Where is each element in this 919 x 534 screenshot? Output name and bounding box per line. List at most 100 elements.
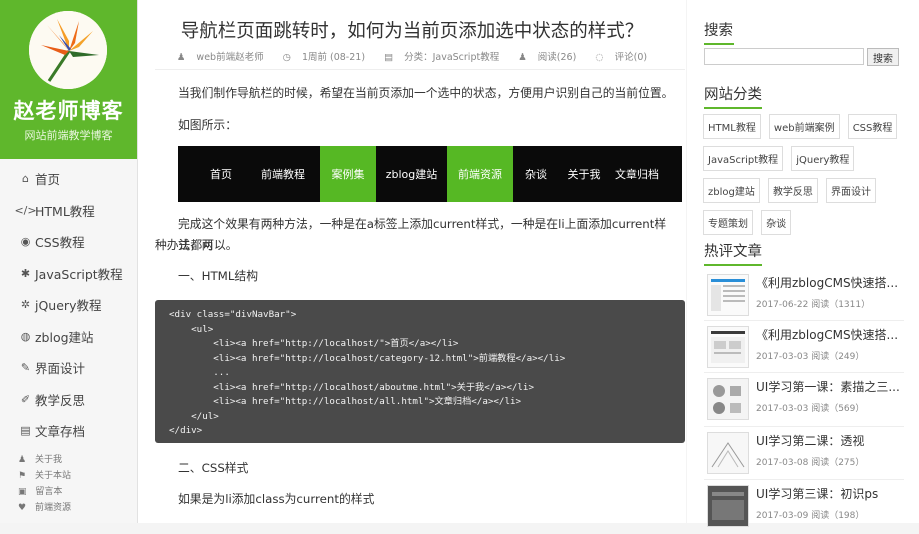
code-line: <li><a href="http://localhost/category-1… — [169, 352, 566, 364]
article-title[interactable]: UI学习第一课：素描之三... — [756, 378, 906, 395]
users-icon: ♟ — [518, 52, 527, 63]
category-tag[interactable]: zblog建站 — [703, 178, 760, 203]
nav-item-home[interactable]: ⌂ 首页 — [0, 163, 137, 195]
main-nav: ⌂ 首页 </> HTML教程 ◉ CSS教程 ✱ JavaScript教程 ✲ jQue… — [0, 159, 137, 447]
category-tag[interactable]: 教学反思 — [767, 178, 818, 203]
category-tag[interactable]: HTML教程 — [703, 114, 761, 139]
site-subtitle: 网站前端教学博客 — [24, 129, 113, 142]
category-tag[interactable]: jQuery教程 — [791, 146, 855, 171]
nav-label: 文章存档 — [35, 424, 86, 440]
meta-reads: ♟ 阅读(26) — [518, 52, 577, 63]
code-line: ... — [169, 367, 230, 378]
article-meta: 2017-06-22 阅读（1311） — [756, 300, 871, 310]
eye-icon: ◉ — [20, 235, 31, 249]
nav-label: 首页 — [35, 172, 61, 188]
hot-article-item[interactable]: UI学习第二课：透视 2017-03-08 阅读（275） — [704, 429, 904, 481]
gear-icon: ✱ — [20, 266, 31, 280]
article-title[interactable]: 《利用zblogCMS快速搭... — [756, 274, 906, 291]
search-button[interactable]: 搜索 — [867, 48, 899, 66]
nav-label: 教学反思 — [35, 392, 86, 408]
pencil-icon: ✐ — [20, 392, 31, 406]
globe-icon: ◍ — [20, 329, 31, 343]
code-line: <ul> — [169, 323, 214, 335]
code-icon: </> — [14, 203, 37, 217]
home-icon: ⌂ — [22, 172, 29, 186]
demo-nav-item: 关于我 — [567, 168, 601, 181]
archive-icon: ▤ — [20, 424, 31, 438]
meta-comments[interactable]: ◌ 评论(0) — [591, 52, 651, 63]
demo-nav-item: 前端教程 — [261, 168, 305, 181]
article-meta: 2017-03-03 阅读（569） — [756, 404, 865, 414]
brand-header: 赵老师博客 网站前端教学博客 — [0, 0, 137, 159]
nav-item-javascript[interactable]: ✱ JavaScript教程 — [0, 258, 137, 290]
hot-article-item[interactable]: UI学习第一课：素描之三... 2017-03-03 阅读（569） — [704, 375, 904, 427]
code-line: <div class="divNavBar"> — [169, 309, 297, 320]
divider — [704, 479, 904, 480]
article-meta: 2017-03-03 阅读（249） — [756, 352, 865, 362]
divider — [155, 69, 685, 70]
footer-link-about-me[interactable]: ♟ 关于我 — [18, 452, 68, 468]
nav-item-jquery[interactable]: ✲ jQuery教程 — [0, 289, 137, 321]
category-tags: HTML教程 web前端案例 CSS教程 JavaScript教程 jQuery… — [703, 114, 909, 242]
category-tag[interactable]: JavaScript教程 — [703, 146, 784, 171]
footer-link-guestbook[interactable]: ▣ 留言本 — [18, 484, 68, 500]
demo-navbar-image: 首页 前端教程 案例集 zblog建站 前端资源 杂谈 关于我 文章归档 — [178, 146, 682, 202]
nav-item-ui-design[interactable]: ✎ 界面设计 — [0, 352, 137, 384]
nav-label: zblog建站 — [35, 329, 94, 345]
category-tag[interactable]: 杂谈 — [761, 210, 792, 235]
demo-nav-item: 文章归档 — [615, 168, 659, 181]
article-thumbnail[interactable] — [707, 326, 749, 368]
footer-link-resources[interactable]: ♥ 前端资源 — [18, 500, 77, 516]
search-input[interactable] — [704, 48, 864, 65]
nav-label: 界面设计 — [35, 361, 86, 377]
hot-article-item[interactable]: 《利用zblogCMS快速搭... 2017-03-03 阅读（249） — [704, 323, 904, 375]
nav-label: HTML教程 — [35, 203, 95, 219]
code-line: </div> — [169, 425, 203, 436]
article-main: 导航栏页面跳转时，如何为当前页添加选中状态的样式？ ♟ web前端赵老师 ◷ 1… — [138, 0, 686, 523]
article-thumbnail[interactable] — [707, 378, 749, 420]
nav-label: JavaScript教程 — [35, 266, 123, 282]
article-title[interactable]: 《利用zblogCMS快速搭... — [756, 326, 906, 343]
demo-nav-item-active: 案例集 — [320, 146, 376, 202]
code-block: <div class="divNavBar"> <ul> <li><a href… — [155, 300, 685, 443]
hot-article-item[interactable]: 《利用zblogCMS快速搭... 2017-06-22 阅读（1311） — [704, 271, 904, 323]
widget-title-hot-articles: 热评文章 — [704, 240, 762, 266]
article-thumbnail[interactable] — [707, 485, 749, 527]
category-tag[interactable]: CSS教程 — [847, 114, 898, 139]
article-meta: 2017-03-09 阅读（198） — [756, 511, 865, 521]
clock-icon: ◷ — [282, 52, 291, 63]
hot-article-item[interactable]: UI学习第三课：初识ps 2017-03-09 阅读（198） — [704, 482, 904, 534]
avatar[interactable] — [29, 11, 107, 89]
post-title: 导航栏页面跳转时，如何为当前页添加选中状态的样式？ — [180, 21, 644, 42]
heart-icon: ♥ — [18, 503, 27, 513]
article-title[interactable]: UI学习第二课：透视 — [756, 432, 906, 449]
left-sidebar: 赵老师博客 网站前端教学博客 ⌂ 首页 </> HTML教程 ◉ CSS教程 ✱ Jav… — [0, 0, 138, 523]
widget-title-categories: 网站分类 — [704, 83, 762, 109]
nav-item-html[interactable]: </> HTML教程 — [0, 195, 137, 227]
meta-author[interactable]: ♟ web前端赵老师 — [173, 52, 268, 63]
paragraph-intro: 当我们制作导航栏的时候，希望在当前页添加一个选中的状态，方便用户识别自己的当前位… — [178, 86, 674, 100]
category-tag[interactable]: 专题策划 — [703, 210, 753, 235]
book-icon: ▣ — [18, 487, 27, 497]
magic-icon: ✎ — [20, 361, 31, 375]
site-title[interactable]: 赵老师博客 — [0, 95, 137, 125]
category-tag[interactable]: 界面设计 — [826, 178, 877, 203]
meta-category[interactable]: ▤ 分类：JavaScript教程 — [380, 52, 503, 63]
article-meta: 2017-03-08 阅读（275） — [756, 458, 865, 468]
article-thumbnail[interactable] — [707, 274, 749, 316]
code-line: <li><a href="http://localhost/all.html">… — [169, 396, 522, 407]
nav-item-css[interactable]: ◉ CSS教程 — [0, 226, 137, 258]
nav-item-archive[interactable]: ▤ 文章存档 — [0, 415, 137, 447]
comment-icon: ◌ — [595, 52, 604, 63]
bird-of-paradise-flower-icon — [29, 11, 107, 89]
code-line: </ul> — [169, 410, 219, 422]
paragraph-as-shown: 如图所示： — [178, 118, 237, 132]
divider — [704, 320, 904, 321]
footer-link-about-site[interactable]: ⚑ 关于本站 — [18, 468, 77, 484]
category-tag[interactable]: web前端案例 — [768, 114, 840, 139]
nav-item-reflection[interactable]: ✐ 教学反思 — [0, 384, 137, 416]
article-thumbnail[interactable] — [707, 432, 749, 474]
article-title[interactable]: UI学习第三课：初识ps — [756, 485, 906, 502]
meta-time: ◷ 1周前 (08-21) — [282, 52, 366, 63]
nav-item-zblog[interactable]: ◍ zblog建站 — [0, 321, 137, 353]
